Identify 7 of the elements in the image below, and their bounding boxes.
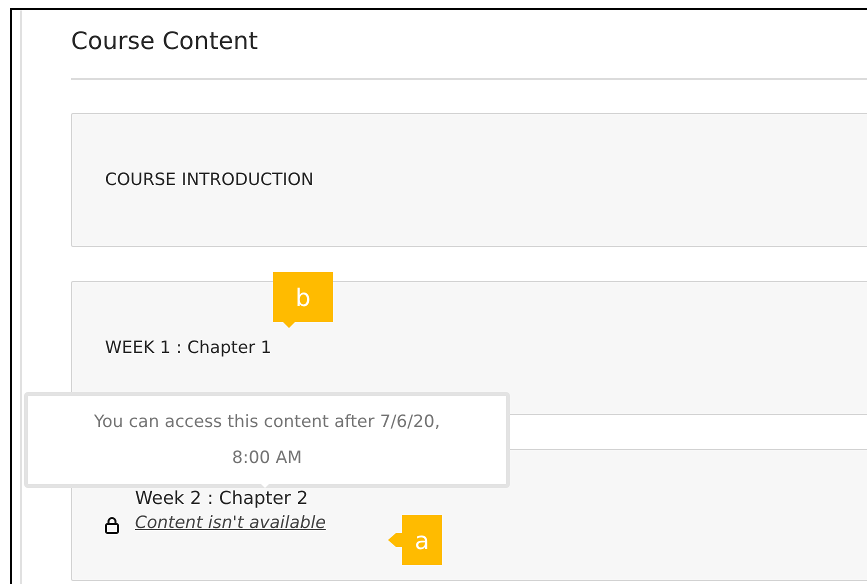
content-card[interactable]: COURSE INTRODUCTION bbox=[71, 113, 867, 247]
page-heading: Course Content bbox=[71, 26, 259, 57]
item-title: WEEK 1 : Chapter 1 bbox=[105, 338, 272, 358]
item-title: COURSE INTRODUCTION bbox=[105, 170, 314, 190]
unavailable-link[interactable]: Content isn't available bbox=[135, 513, 326, 533]
item-title: Week 2 : Chapter 2 bbox=[135, 488, 310, 509]
lock-icon bbox=[105, 516, 119, 534]
